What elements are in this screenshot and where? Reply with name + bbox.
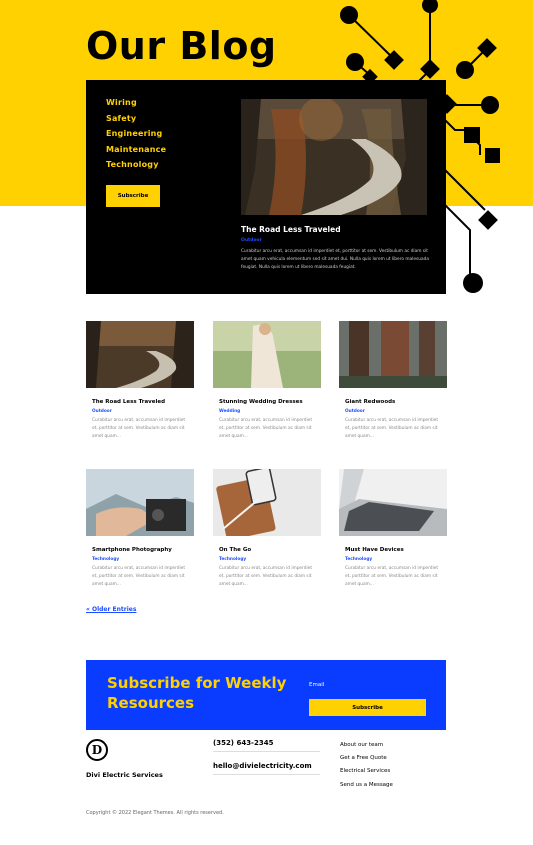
- brand-logo[interactable]: D: [86, 739, 108, 761]
- footer-link-services[interactable]: Electrical Services: [340, 768, 393, 774]
- post-title[interactable]: Smartphone Photography: [92, 547, 194, 553]
- featured-post-title[interactable]: The Road Less Traveled: [241, 225, 341, 234]
- post-excerpt: Curabitur arcu erat, accumsan id imperdi…: [345, 418, 439, 439]
- post-thumbnail[interactable]: [339, 469, 447, 536]
- category-link-technology[interactable]: Technology: [106, 160, 166, 169]
- post-thumbnail[interactable]: [339, 321, 447, 388]
- featured-post-category[interactable]: Outdoor: [241, 238, 262, 243]
- post-category[interactable]: Technology: [219, 557, 321, 562]
- post-category[interactable]: Technology: [92, 557, 194, 562]
- post-category[interactable]: Wedding: [219, 409, 321, 414]
- category-link-maintenance[interactable]: Maintenance: [106, 145, 166, 154]
- footer-phone[interactable]: (352) 643-2345: [213, 739, 273, 747]
- post-category[interactable]: Outdoor: [92, 409, 194, 414]
- post-excerpt: Curabitur arcu erat, accumsan id imperdi…: [219, 566, 313, 587]
- post-card: Must Have Devices Technology Curabitur a…: [339, 469, 447, 588]
- post-thumbnail[interactable]: [86, 469, 194, 536]
- copyright-text: Copyright © 2022 Elegant Themes. All rig…: [86, 810, 224, 816]
- category-link-safety[interactable]: Safety: [106, 114, 166, 123]
- post-title[interactable]: Giant Redwoods: [345, 399, 447, 405]
- footer-link-quote[interactable]: Get a Free Quote: [340, 755, 393, 761]
- post-title[interactable]: Stunning Wedding Dresses: [219, 399, 321, 405]
- post-title[interactable]: Must Have Devices: [345, 547, 447, 553]
- divider: [213, 774, 320, 775]
- post-thumbnail[interactable]: [86, 321, 194, 388]
- featured-post-image[interactable]: [241, 99, 427, 215]
- divider: [213, 751, 320, 752]
- subscribe-section: Subscribe for Weekly Resources Email Sub…: [86, 660, 446, 730]
- newsletter-subscribe-button[interactable]: Subscribe: [309, 699, 426, 716]
- subscribe-button[interactable]: Subscribe: [106, 185, 160, 207]
- post-card: The Road Less Traveled Outdoor Curabitur…: [86, 321, 194, 440]
- brand-name: Divi Electric Services: [86, 771, 163, 779]
- page-title: Our Blog: [86, 24, 277, 68]
- post-category[interactable]: Outdoor: [345, 409, 447, 414]
- post-excerpt: Curabitur arcu erat, accumsan id imperdi…: [92, 566, 186, 587]
- post-card: Stunning Wedding Dresses Wedding Curabit…: [213, 321, 321, 440]
- footer-link-about[interactable]: About our team: [340, 742, 393, 748]
- footer-link-message[interactable]: Send us a Message: [340, 782, 393, 788]
- post-category[interactable]: Technology: [345, 557, 447, 562]
- featured-section: Wiring Safety Engineering Maintenance Te…: [86, 80, 446, 294]
- post-excerpt: Curabitur arcu erat, accumsan id imperdi…: [92, 418, 186, 439]
- post-thumbnail[interactable]: [213, 321, 321, 388]
- category-link-wiring[interactable]: Wiring: [106, 98, 166, 107]
- email-field-label[interactable]: Email: [309, 682, 324, 688]
- post-excerpt: Curabitur arcu erat, accumsan id imperdi…: [219, 418, 313, 439]
- subscribe-heading: Subscribe for Weekly Resources: [107, 674, 287, 712]
- post-title[interactable]: On The Go: [219, 547, 321, 553]
- featured-post-excerpt: Curabitur arcu erat, accumsan id imperdi…: [241, 249, 429, 270]
- post-card: Giant Redwoods Outdoor Curabitur arcu er…: [339, 321, 447, 440]
- post-card: Smartphone Photography Technology Curabi…: [86, 469, 194, 588]
- older-entries-link[interactable]: « Older Entries: [86, 606, 136, 613]
- category-list: Wiring Safety Engineering Maintenance Te…: [106, 98, 166, 176]
- post-title[interactable]: The Road Less Traveled: [92, 399, 194, 405]
- post-excerpt: Curabitur arcu erat, accumsan id imperdi…: [345, 566, 439, 587]
- post-card: On The Go Technology Curabitur arcu erat…: [213, 469, 321, 588]
- footer-email[interactable]: hello@divielectricity.com: [213, 762, 312, 770]
- post-thumbnail[interactable]: [213, 469, 321, 536]
- category-link-engineering[interactable]: Engineering: [106, 129, 166, 138]
- footer-links: About our team Get a Free Quote Electric…: [340, 742, 393, 795]
